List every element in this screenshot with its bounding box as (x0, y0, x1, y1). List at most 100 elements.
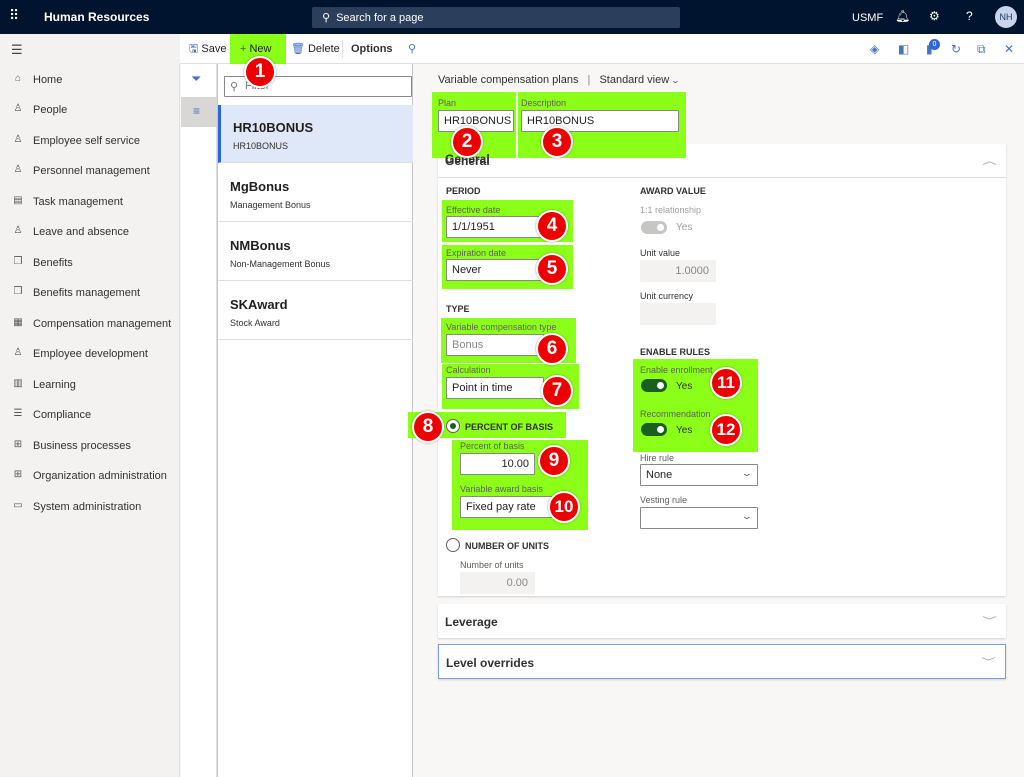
nav-label: Benefits management (33, 287, 141, 299)
award-basis-field[interactable]: Fixed pay rate (460, 496, 558, 518)
hire-rule-value: None (646, 469, 673, 481)
enrollment-value: Yes (676, 381, 693, 392)
record-subtitle: Non-Management Bonus (230, 259, 331, 269)
breadcrumb: Variable compensation plans | Standard v… (438, 74, 681, 86)
bell-icon[interactable]: 🔔︎ (895, 9, 910, 23)
nav-item-business-processes[interactable]: ⊞ Business processes (0, 432, 180, 460)
nav-item-leave-and-absence[interactable]: ♙ Leave and absence (0, 218, 180, 246)
list-icon: ☰ (13, 408, 23, 419)
nav-item-home[interactable]: ⌂ Home (0, 66, 180, 94)
annotation-badge: 10 (548, 491, 580, 523)
office-icon[interactable]: ◧ (898, 42, 909, 56)
list-item[interactable]: MgBonus Management Bonus (218, 164, 413, 222)
options-button[interactable]: Options (351, 34, 393, 64)
document-icon: ❒ (13, 286, 23, 297)
refresh-icon[interactable]: ↻ (951, 42, 961, 56)
relationship-toggle[interactable] (641, 221, 667, 234)
list-item[interactable]: HR10BONUS HR10BONUS (218, 105, 413, 163)
nav-item-organization-administration[interactable]: ⊞ Organization administration (0, 462, 180, 490)
vesting-rule-label: Vesting rule (640, 495, 688, 505)
leverage-section[interactable]: Leverage ﹀ (438, 604, 1006, 638)
company-selector[interactable]: USMF (852, 12, 883, 24)
award-basis-label: Variable award basis (460, 484, 543, 494)
enrollment-label: Enable enrollment (640, 365, 713, 375)
nav-label: Compensation management (33, 318, 172, 330)
avatar[interactable]: NH (995, 6, 1017, 28)
number-of-units-radio[interactable] (446, 538, 460, 552)
search-input[interactable]: ⚲ Search for a page (312, 7, 680, 28)
annotation-badge: 5 (536, 253, 568, 285)
enrollment-toggle[interactable] (641, 379, 667, 392)
nav-label: Employee self service (33, 135, 140, 147)
expiration-date-field[interactable]: Never (446, 259, 544, 281)
nav-item-compensation-management[interactable]: ▦ Compensation management (0, 310, 180, 338)
description-field[interactable]: HR10BONUS (521, 110, 679, 132)
nav-label: Employee development (33, 348, 148, 360)
chevron-down-icon: ⌄ (741, 468, 754, 478)
comp-type-label: Variable compensation type (446, 322, 557, 332)
open-new-window-icon[interactable]: ⧉ (977, 42, 986, 57)
filter-icon[interactable]: ⏷ (191, 71, 201, 87)
comp-type-field[interactable]: Bonus (446, 334, 544, 356)
save-label: Save (201, 43, 227, 55)
save-button[interactable]: 🖫 Save (189, 34, 226, 64)
plan-label: Plan (438, 98, 457, 108)
left-nav: ⌂ Home ♙ People ♙ Employee self service ♙ Pe… (0, 64, 180, 777)
percent-of-basis-option-label: PERCENT OF BASIS (465, 422, 554, 432)
nav-item-task-management[interactable]: ▤ Task management (0, 188, 180, 216)
nav-item-learning[interactable]: ▥ Learning (0, 371, 180, 399)
list-view-button[interactable]: ≡ (181, 97, 217, 127)
attachments-count-badge: 0 (929, 39, 940, 50)
unit-value-field[interactable]: 1.0000 (640, 260, 716, 282)
search-icon[interactable]: ⚲ (408, 34, 416, 64)
effective-date-field[interactable]: 1/1/1951 (446, 216, 544, 238)
delete-button[interactable]: 🗑︎ Delete (291, 34, 340, 64)
record-title: MgBonus (230, 179, 290, 194)
power-apps-icon[interactable]: ◈ (870, 42, 879, 56)
nav-label: Business processes (33, 440, 131, 452)
vesting-rule-dropdown[interactable]: ⌄ (640, 507, 758, 529)
nav-item-employee-development[interactable]: ♙ Employee development (0, 340, 180, 368)
effective-date-label: Effective date (446, 205, 501, 215)
unit-currency-field[interactable] (640, 303, 716, 325)
nav-label: Compliance (33, 409, 92, 421)
period-heading: PERIOD (446, 186, 481, 196)
breadcrumb-separator: | (587, 74, 591, 86)
gear-icon[interactable]: ⚙ (929, 9, 940, 23)
top-bar: ⠿ Human Resources ⚲ Search for a page USM… (0, 0, 1024, 34)
new-label: New (249, 43, 272, 55)
expiration-date-label: Expiration date (446, 248, 507, 258)
save-icon: 🖫 (189, 43, 199, 55)
list-item[interactable]: SKAward Stock Award (218, 282, 413, 340)
record-title: HR10BONUS (233, 120, 314, 135)
nav-item-benefits-management[interactable]: ❒ Benefits management (0, 279, 180, 307)
nav-item-people[interactable]: ♙ People (0, 96, 180, 124)
nav-label: System administration (33, 501, 142, 513)
app-title[interactable]: Human Resources (44, 10, 149, 24)
hamburger-icon[interactable]: ☰ (11, 42, 23, 58)
annotation-badge: 6 (536, 333, 568, 365)
hire-rule-dropdown[interactable]: None ⌄ (640, 464, 758, 486)
close-icon[interactable]: ✕ (1004, 42, 1014, 56)
waffle-icon[interactable]: ⠿ (9, 8, 19, 22)
number-of-units-field[interactable]: 0.00 (460, 572, 535, 594)
recommendation-toggle[interactable] (641, 423, 667, 436)
list-item[interactable]: NMBonus Non-Management Bonus (218, 223, 413, 281)
level-overrides-section[interactable]: Level overrides ﹀ (438, 644, 1006, 679)
chevron-up-icon[interactable]: ︿ (982, 154, 996, 167)
annotation-badge: 8 (412, 411, 444, 443)
view-selector[interactable]: Standard view (599, 74, 669, 86)
leverage-title: Leverage (445, 615, 498, 629)
nav-item-employee-self-service[interactable]: ♙ Employee self service (0, 127, 180, 155)
annotation-badge: 9 (538, 445, 570, 477)
help-icon[interactable]: ? (966, 9, 973, 23)
chevron-down-icon[interactable]: ⌄ (671, 76, 681, 85)
nav-item-compliance[interactable]: ☰ Compliance (0, 401, 180, 429)
calculation-field[interactable]: Point in time (446, 377, 544, 399)
percent-of-basis-radio[interactable] (446, 419, 460, 433)
nav-item-system-administration[interactable]: ▭ System administration (0, 493, 180, 521)
percent-of-basis-field[interactable]: 10.00 (460, 453, 535, 475)
nav-item-benefits[interactable]: ❒ Benefits (0, 249, 180, 277)
record-title: NMBonus (230, 238, 291, 253)
nav-item-personnel-management[interactable]: ♙ Personnel management (0, 157, 180, 185)
